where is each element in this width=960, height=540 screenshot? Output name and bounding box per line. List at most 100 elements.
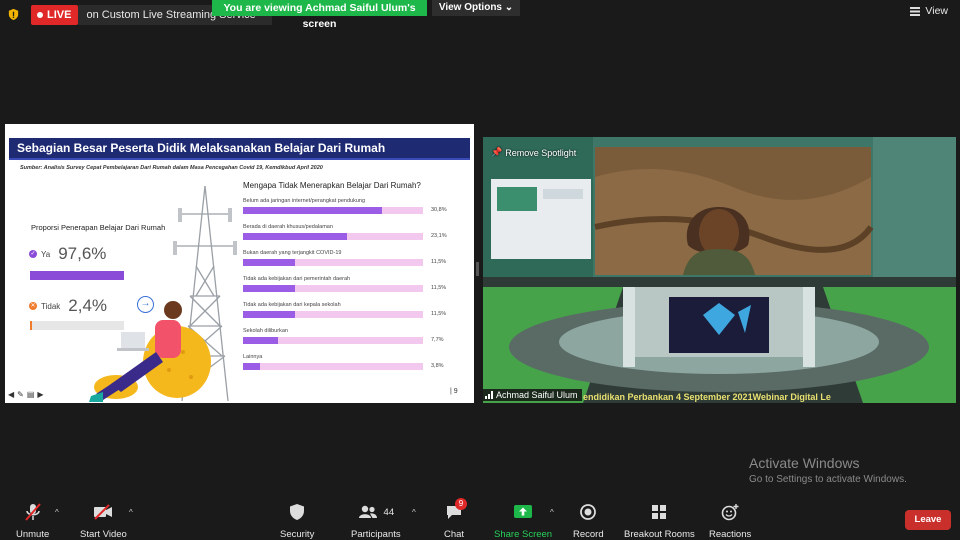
top-bar: LIVE on Custom Live Streaming Service Yo… (0, 0, 960, 30)
tidak-bar-track (30, 321, 124, 330)
question-title: Mengapa Tidak Menerapkan Belajar Dari Ru… (243, 181, 421, 190)
chat-button[interactable]: 9 Chat (444, 498, 468, 540)
microphone-muted-icon (24, 503, 41, 521)
ya-value: 97,6% (58, 244, 107, 263)
meeting-toolbar: Unmute ^ Start Video ^ Security 44 Parti… (0, 498, 960, 540)
reason-bar (243, 311, 295, 318)
menu-icon[interactable]: ▤ (27, 390, 35, 399)
reactions-button[interactable]: Reactions (709, 502, 751, 540)
reason-label: Lainnya (243, 354, 263, 360)
reason-percent: 11,5% (431, 259, 447, 265)
breakout-rooms-button[interactable]: Breakout Rooms (624, 502, 695, 540)
prev-arrow-icon[interactable]: ◀ (8, 390, 14, 399)
proportion-title: Proporsi Penerapan Belajar Dari Rumah (31, 223, 166, 232)
reason-percent: 3,8% (431, 363, 444, 369)
slide-source: Sumber: Analisis Survey Cepat Pembelajar… (20, 165, 323, 171)
reason-row: Bukan daerah yang terjangkit COVID-19 11,… (243, 249, 463, 266)
chevron-up-icon[interactable]: ^ (550, 508, 554, 517)
remove-spotlight-label: Remove Spotlight (505, 147, 577, 158)
chat-label: Chat (444, 529, 465, 540)
leave-button[interactable]: Leave (905, 510, 951, 530)
reason-percent: 23,1% (431, 233, 447, 239)
unmute-label: Unmute (16, 529, 50, 540)
record-button[interactable]: Record (573, 502, 604, 540)
reason-bar-track (243, 285, 423, 292)
chevron-down-icon: ⌄ (504, 2, 514, 13)
tidak-value: 2,4% (68, 296, 108, 315)
reason-bar-track (243, 311, 423, 318)
remove-spotlight-button[interactable]: 📌 Remove Spotlight (491, 147, 576, 158)
view-button[interactable]: View (910, 5, 948, 17)
activate-windows-title: Activate Windows (749, 455, 860, 471)
tidak-row: ✕ Tidak 2,4% (29, 296, 107, 316)
participants-button[interactable]: 44 Participants (351, 502, 401, 540)
shield-icon[interactable] (7, 8, 20, 21)
video-scene (483, 137, 956, 403)
chevron-up-icon[interactable]: ^ (412, 508, 416, 517)
shield-icon (290, 504, 305, 520)
activate-windows-subtitle: Go to Settings to activate Windows. (749, 474, 907, 485)
chevron-up-icon[interactable]: ^ (55, 508, 59, 517)
tidak-label: Tidak (41, 301, 61, 311)
reason-row: Belum ada jaringan internet/perangkat pe… (243, 197, 463, 214)
participants-count: 44 (383, 506, 395, 518)
check-icon: ✓ (29, 250, 37, 258)
live-dot-icon (37, 12, 43, 18)
tidak-bar (30, 321, 33, 330)
ya-row: ✓ Ya 97,6% (29, 244, 106, 264)
next-arrow-icon[interactable]: ▶ (37, 390, 43, 399)
people-icon (358, 505, 377, 518)
reason-bar-track (243, 207, 423, 214)
participant-name-tag: Achmad Saiful Ulum (483, 389, 582, 401)
viewing-banner: You are viewing Achmad Saiful Ulum's scr… (212, 0, 427, 30)
view-options-button[interactable]: View Options ⌄ (432, 0, 520, 16)
smiley-plus-icon (721, 504, 739, 521)
reason-row: Berada di daerah khusus/pedalaman 23,1% (243, 223, 463, 240)
slide-title: Sebagian Besar Peserta Didik Melaksanaka… (9, 138, 470, 158)
share-screen-icon (514, 505, 533, 518)
reactions-label: Reactions (709, 529, 752, 540)
page-number: | 9 (450, 388, 458, 395)
participants-label: Participants (351, 529, 401, 540)
security-label: Security (280, 529, 315, 540)
reason-percent: 11,5% (431, 311, 447, 317)
reason-percent: 7,7% (431, 337, 444, 343)
ya-bar (30, 271, 124, 280)
activate-windows-watermark: Activate Windows Go to Settings to activ… (749, 455, 907, 485)
reason-bar (243, 259, 295, 266)
view-options-label: View Options (438, 2, 502, 13)
breakout-rooms-label: Breakout Rooms (624, 529, 695, 540)
view-label: View (925, 5, 948, 17)
start-video-label: Start Video (80, 529, 127, 540)
participant-name: Achmad Saiful Ulum (496, 390, 578, 400)
share-screen-button[interactable]: Share Screen (494, 502, 552, 540)
reason-label: Belum ada jaringan internet/perangkat pe… (243, 198, 366, 204)
reason-row: Sekolah diliburkan 7,7% (243, 327, 463, 344)
record-label: Record (573, 529, 604, 540)
shared-screen[interactable]: Sebagian Besar Peserta Didik Melaksanaka… (5, 124, 474, 403)
panel-resize-handle[interactable] (476, 262, 479, 276)
signal-strength-icon (485, 391, 493, 399)
unmute-button[interactable]: Unmute (16, 502, 49, 540)
record-icon (580, 504, 597, 520)
live-badge[interactable]: LIVE (31, 5, 79, 25)
pen-icon[interactable]: ✎ (17, 390, 24, 399)
reason-percent: 11,5% (431, 285, 447, 291)
start-video-button[interactable]: Start Video (80, 502, 127, 540)
grid-view-icon (910, 6, 921, 16)
security-button[interactable]: Security (280, 502, 314, 540)
share-screen-label: Share Screen (494, 529, 553, 540)
arrow-circle-icon: → (137, 296, 154, 313)
spotlight-video[interactable]: 📌 Remove Spotlight endidikan Perbankan 4… (483, 137, 956, 403)
reason-label: Sekolah diliburkan (243, 328, 288, 334)
reason-bar-track (243, 337, 423, 344)
reason-percent: 30,8% (431, 207, 447, 213)
reason-bar (243, 363, 261, 370)
reason-label: Bukan daerah yang terjangkit COVID-19 (243, 250, 342, 256)
reason-row: Tidak ada kebijakan dari kepala sekolah 1… (243, 301, 463, 318)
video-camera-off-icon (94, 504, 113, 520)
reason-label: Berada di daerah khusus/pedalaman (243, 224, 333, 230)
chevron-up-icon[interactable]: ^ (129, 508, 133, 517)
reason-row: Lainnya 3,8% (243, 353, 463, 370)
slide-controls: ◀ ✎ ▤ ▶ (8, 390, 44, 399)
